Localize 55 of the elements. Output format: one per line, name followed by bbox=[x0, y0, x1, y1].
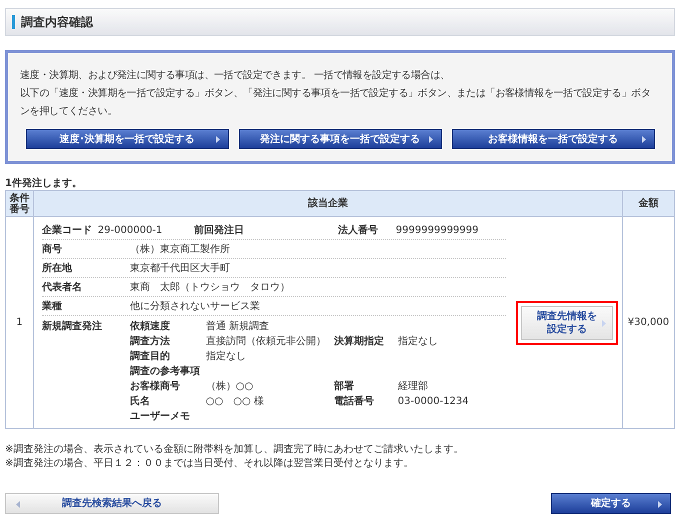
condition-number: 1 bbox=[6, 216, 34, 428]
field-value: 03-0000-1234 bbox=[398, 395, 469, 409]
field-label: 商号 bbox=[42, 242, 63, 256]
field-value: 東商 太郎（トウショウ タロウ） bbox=[130, 280, 290, 294]
field-label: 調査の参考事項 bbox=[130, 364, 201, 379]
column-header: 金額 bbox=[622, 190, 674, 216]
column-header: 条件番号 bbox=[6, 190, 34, 216]
chevron-right-icon bbox=[428, 136, 432, 143]
amount: ¥30,000 bbox=[622, 216, 674, 428]
field-value: 普通 新規調査 bbox=[206, 320, 269, 334]
chevron-right-icon bbox=[602, 320, 606, 326]
chevron-left-icon bbox=[16, 501, 20, 508]
field-value: 東京都千代田区大手町 bbox=[130, 262, 230, 276]
title-accent-bar bbox=[12, 15, 15, 29]
field-value: 直接訪問（依頼元非公開） bbox=[206, 334, 326, 349]
field-label: 部署 bbox=[334, 380, 355, 394]
bulk-setting-button[interactable]: お客様情報を一括で設定する bbox=[452, 129, 654, 149]
chevron-right-icon bbox=[658, 501, 662, 508]
field-value: 経理部 bbox=[398, 380, 428, 394]
bulk-setting-button[interactable]: 速度･決算期を一括で設定する bbox=[26, 129, 228, 149]
field-value: 指定なし bbox=[206, 350, 246, 364]
back-button[interactable]: 調査先検索結果へ戻る bbox=[5, 493, 219, 514]
field-value: 指定なし bbox=[398, 334, 438, 349]
field-value: ○○ ○○ 様 bbox=[206, 394, 264, 409]
set-survey-info-button[interactable]: 調査先情報を 設定する bbox=[520, 306, 613, 340]
confirm-button[interactable]: 確定する bbox=[551, 493, 671, 514]
chevron-right-icon bbox=[642, 136, 646, 143]
field-label: お客様商号 bbox=[130, 379, 181, 394]
field-value: 29-000000-1 bbox=[98, 224, 164, 238]
note-text: ※調査発注の場合、表示されている金額に附帯料を加算し、調査完了時にあわせてご請求いたします。 bbox=[5, 443, 464, 457]
field-label: 決算期指定 bbox=[334, 334, 385, 349]
field-value: 他に分類されないサービス業 bbox=[130, 300, 260, 314]
order-count: 1件発注します。 bbox=[5, 178, 83, 190]
field-value: （株）○○ bbox=[206, 380, 254, 394]
field-label: 業種 bbox=[42, 300, 63, 314]
bulk-setting-button[interactable]: 発注に関する事項を一括で設定する bbox=[238, 129, 442, 149]
field-value: （株）東京商工製作所 bbox=[130, 242, 230, 256]
field-label: 企業コード bbox=[42, 224, 93, 238]
chevron-right-icon bbox=[216, 136, 220, 143]
field-label: 電話番号 bbox=[334, 394, 375, 409]
order-type-label: 新規調査発注 bbox=[42, 319, 103, 334]
field-label: 所在地 bbox=[42, 262, 73, 276]
note-text: ※調査発注の場合、平日１２：００までは当日受付、それ以降は翌営業日受付となります。 bbox=[5, 457, 414, 471]
info-text: 速度・決算期、および発注に関する事項は、一括で設定できます。 一括で情報を設定する場合は、 以下の「速度・決算期を一括で設定する」ボタン、「発注に関する事項を一括で設定する」ボタン、または「お客様情報を一括で設定する」ボタンを押してください。 bbox=[20, 68, 652, 119]
field-label: 調査目的 bbox=[130, 349, 171, 364]
field-label: ユーザーメモ bbox=[130, 410, 191, 424]
field-label: 依頼速度 bbox=[130, 319, 171, 334]
page-title: 調査内容確認 bbox=[21, 14, 93, 31]
field-label: 前回発注日 bbox=[194, 223, 245, 238]
field-label: 氏名 bbox=[130, 394, 151, 409]
field-value: 9999999999999 bbox=[396, 224, 479, 238]
field-label: 法人番号 bbox=[338, 224, 379, 238]
field-label: 調査方法 bbox=[130, 334, 171, 349]
column-header: 該当企業 bbox=[33, 190, 622, 216]
field-label: 代表者名 bbox=[42, 280, 83, 294]
